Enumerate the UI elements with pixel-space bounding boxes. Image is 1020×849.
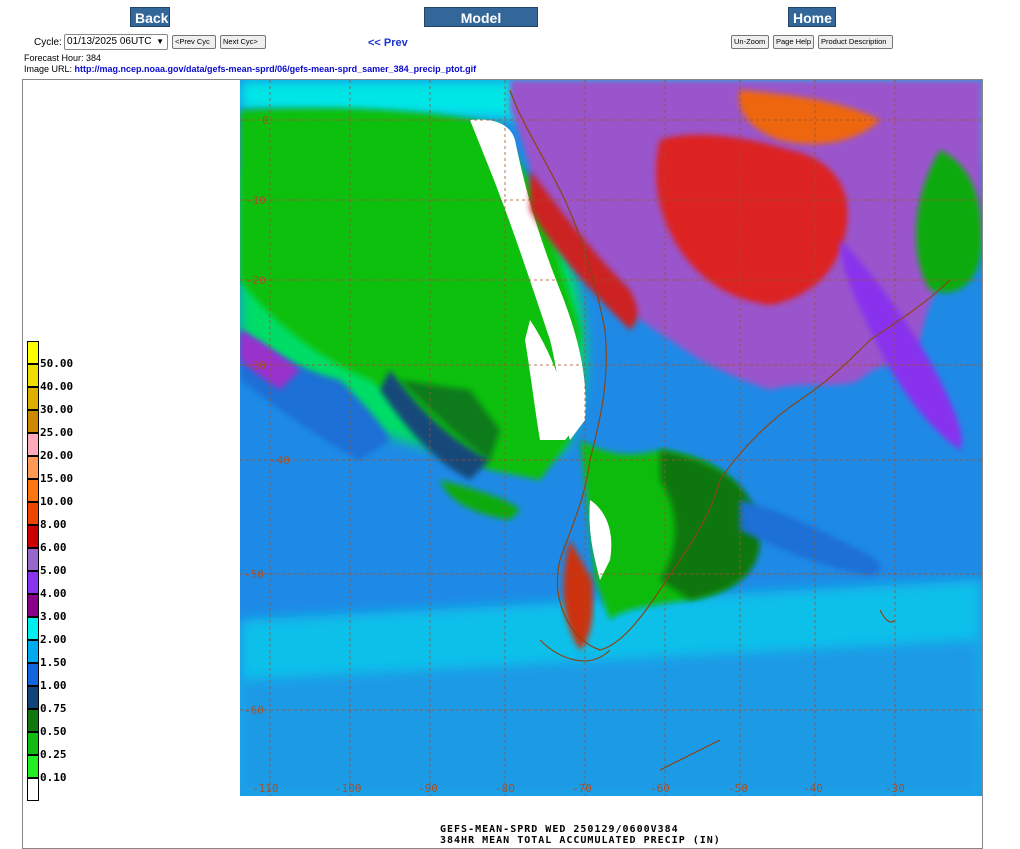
- image-url-link[interactable]: http://mag.ncep.noaa.gov/data/gefs-mean-…: [75, 64, 477, 74]
- legend-label: 25.00: [40, 426, 74, 439]
- legend-swatch: [27, 755, 39, 778]
- legend-swatch: [27, 525, 39, 548]
- lon-label: -40: [803, 782, 823, 795]
- caption-line-2: 384HR MEAN TOTAL ACCUMULATED PRECIP (IN): [440, 835, 721, 846]
- chevron-down-icon: ▼: [156, 37, 164, 46]
- legend-label: 4.00: [40, 587, 67, 600]
- legend-label: 6.00: [40, 541, 67, 554]
- precip-field: [240, 80, 982, 796]
- legend-swatch: [27, 387, 39, 410]
- legend-swatch: [27, 410, 39, 433]
- legend-swatch: [27, 732, 39, 755]
- lon-labels: -110 -100 -90 -80 -70 -60 -50 -40 -30: [252, 782, 905, 795]
- legend-swatch: [27, 364, 39, 387]
- lon-label: -30: [885, 782, 905, 795]
- lat-label: -60: [244, 704, 264, 717]
- legend-label: 10.00: [40, 495, 74, 508]
- legend-swatch: [27, 548, 39, 571]
- legend-label: 0.10: [40, 771, 67, 784]
- cycle-select-value: 01/13/2025 06UTC: [67, 36, 152, 47]
- cycle-label: Cycle:: [34, 37, 62, 48]
- legend-label: 5.00: [40, 564, 67, 577]
- lat-label: -50: [244, 568, 264, 581]
- legend-label: 8.00: [40, 518, 67, 531]
- legend-swatch: [27, 709, 39, 732]
- forecast-hour: Forecast Hour: 384: [24, 53, 102, 63]
- legend-label: 50.00: [40, 357, 74, 370]
- lon-label: -90: [418, 782, 438, 795]
- prev-cycle-button[interactable]: <Prev Cyc: [172, 35, 216, 49]
- legend-swatch: [27, 778, 39, 801]
- caption-line-1: GEFS-MEAN-SPRD WED 250129/0600V384: [440, 824, 679, 835]
- lon-label: -50: [728, 782, 748, 795]
- legend-label: 2.00: [40, 633, 67, 646]
- legend-label: 3.00: [40, 610, 67, 623]
- legend-swatch: [27, 594, 39, 617]
- product-description-button[interactable]: Product Description: [818, 35, 893, 49]
- prev-link[interactable]: << Prev: [368, 37, 408, 49]
- legend-swatch: [27, 617, 39, 640]
- back-button[interactable]: Back: [130, 7, 170, 27]
- legend-label: 1.50: [40, 656, 67, 669]
- legend-swatch: [27, 456, 39, 479]
- lat-label: 0: [262, 114, 269, 127]
- model-guidance-button[interactable]: Model Guidance: [424, 7, 538, 46]
- image-url-row: Image URL: http://mag.ncep.noaa.gov/data…: [24, 64, 476, 74]
- legend-label: 30.00: [40, 403, 74, 416]
- legend-label: 20.00: [40, 449, 74, 462]
- legend-swatch: [27, 571, 39, 594]
- precip-map[interactable]: 0 -10 -20 -30 -40 -50 -60 -110 -100 -90 …: [240, 80, 982, 796]
- legend-swatch: [27, 502, 39, 525]
- lon-label: -80: [495, 782, 515, 795]
- image-url-label: Image URL:: [24, 64, 73, 74]
- home-button[interactable]: Home: [788, 7, 836, 27]
- lon-label: -60: [650, 782, 670, 795]
- next-cycle-button[interactable]: Next Cyc>: [220, 35, 266, 49]
- legend-swatch: [27, 640, 39, 663]
- legend-label: 40.00: [40, 380, 74, 393]
- lon-label: -70: [572, 782, 592, 795]
- map-caption: GEFS-MEAN-SPRD WED 250129/0600V384 384HR…: [440, 824, 721, 846]
- lat-label: -20: [246, 274, 266, 287]
- legend-swatch: [27, 686, 39, 709]
- legend-label: 0.25: [40, 748, 67, 761]
- lon-label: -100: [335, 782, 362, 795]
- lon-label: -110: [252, 782, 279, 795]
- lat-label: -10: [246, 194, 266, 207]
- legend-label: 1.00: [40, 679, 67, 692]
- unzoom-button[interactable]: Un-Zoom: [731, 35, 769, 49]
- legend-label: 15.00: [40, 472, 74, 485]
- page-help-button[interactable]: Page Help: [773, 35, 814, 49]
- lat-label: -30: [246, 359, 266, 372]
- legend-swatch: [27, 479, 39, 502]
- lat-label: -40: [270, 454, 290, 467]
- cycle-select[interactable]: 01/13/2025 06UTC ▼: [64, 34, 168, 50]
- legend-swatch: [27, 341, 39, 364]
- legend-swatch: [27, 433, 39, 456]
- legend-swatch: [27, 663, 39, 686]
- legend-label: 0.75: [40, 702, 67, 715]
- legend-label: 0.50: [40, 725, 67, 738]
